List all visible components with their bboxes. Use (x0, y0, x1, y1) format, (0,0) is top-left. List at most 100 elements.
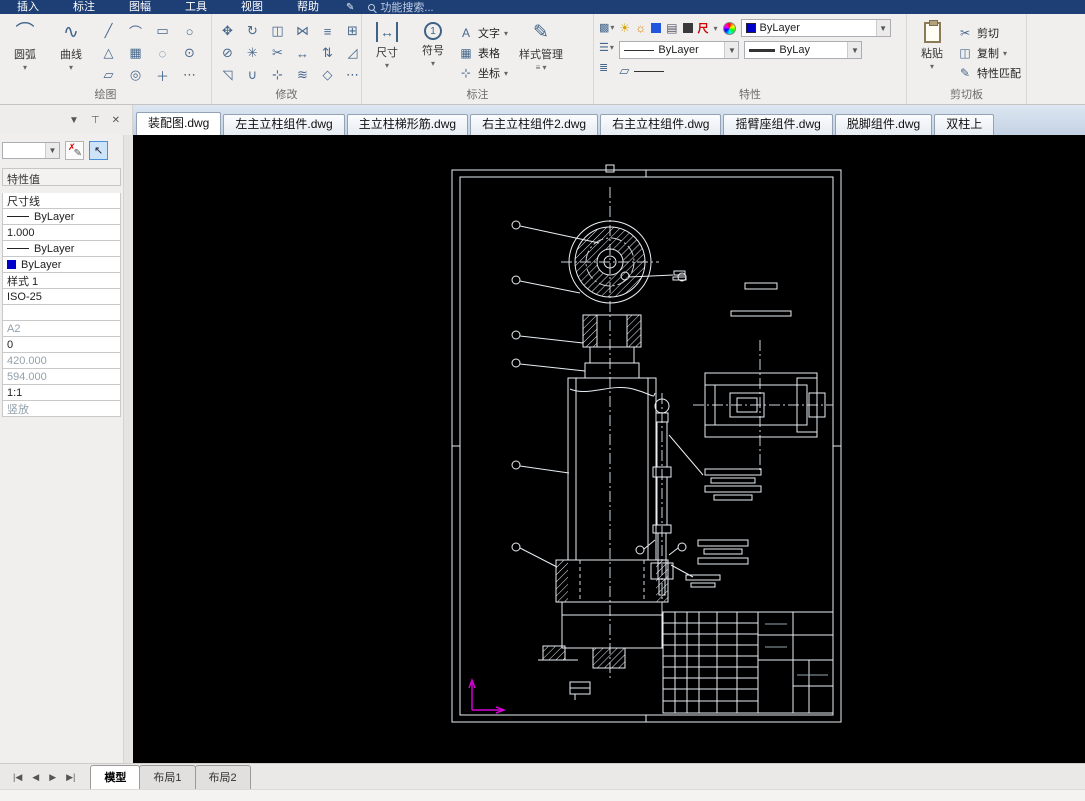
brightness-icon[interactable]: ☼ (635, 21, 646, 35)
polygon-icon[interactable]: △ (96, 43, 121, 64)
annotate-group-label[interactable]: 标注 (362, 89, 593, 104)
match-properties-button[interactable]: ✎ 特性匹配 (957, 65, 1021, 81)
break-icon[interactable]: ⊹ (266, 65, 289, 86)
screen-swatch-icon[interactable] (682, 23, 693, 33)
property-row-width[interactable]: 420.000 (2, 353, 121, 369)
construction-line-icon[interactable]: ＋ (150, 65, 175, 86)
offset-icon[interactable]: ≡ (316, 21, 339, 42)
region-icon[interactable]: ▱ (96, 65, 121, 86)
doc-tab-foot[interactable]: 脱脚组件.dwg (834, 114, 933, 135)
next-layout-button[interactable]: ▶ (44, 772, 61, 789)
paste-button[interactable]: 粘贴 ▾ (911, 17, 953, 89)
palette-close-icon[interactable]: ✕ (112, 115, 120, 126)
drawing-canvas[interactable] (133, 135, 1085, 763)
chamfer-icon[interactable]: ◇ (316, 65, 339, 86)
menu-sheet[interactable]: 图幅 (112, 0, 168, 14)
move-icon[interactable]: ✥ (216, 21, 239, 42)
light-bulb-icon[interactable]: ☀ (619, 21, 630, 35)
first-layout-button[interactable]: |◀ (8, 772, 27, 789)
property-row-color[interactable]: ByLayer (2, 209, 121, 225)
property-row-orientation[interactable]: 竖放 (2, 401, 121, 417)
copy-icon[interactable]: ◫ (266, 21, 289, 42)
prev-layout-button[interactable]: ◀ (27, 772, 44, 789)
plot-style-swatch-icon[interactable] (651, 23, 662, 33)
circle-icon[interactable]: ○ (177, 21, 202, 42)
mirror-icon[interactable]: ⋈ (291, 21, 314, 42)
doc-tab-left-column[interactable]: 左主立柱组件.dwg (223, 114, 345, 135)
property-row-dimstyle[interactable]: ISO-25 (2, 289, 121, 305)
fillet-icon[interactable]: ◹ (216, 65, 239, 86)
coordinate-button[interactable]: ⊹ 坐标 ▾ (458, 65, 508, 81)
doc-tab-assembly[interactable]: 装配图.dwg (136, 112, 222, 135)
symbol-button[interactable]: 1 符号 ▾ (412, 17, 454, 89)
menu-tools[interactable]: 工具 (168, 0, 224, 14)
menu-insert[interactable]: 插入 (0, 0, 56, 14)
layout-tab-layout2[interactable]: 布局2 (194, 765, 251, 789)
selection-combo[interactable]: ▼ (2, 141, 60, 159)
more-modify-icon[interactable]: ⋯ (341, 65, 364, 86)
stretch-icon[interactable]: ⇅ (316, 43, 339, 64)
more-draw-icon[interactable]: ⋯ (177, 65, 202, 86)
property-row-zero[interactable]: 0 (2, 337, 121, 353)
dim-style-badge[interactable]: 尺 (698, 20, 709, 36)
modify-group-label[interactable]: 修改 (212, 89, 361, 104)
doc-tab-right-column[interactable]: 右主立柱组件.dwg (600, 114, 722, 135)
properties-group-label[interactable]: 特性 (594, 89, 906, 104)
property-row-layer-color[interactable]: ByLayer (2, 257, 121, 273)
palette-pin-icon[interactable]: ⊤ (91, 115, 100, 126)
clipboard-group-label[interactable]: 剪切板 (907, 89, 1026, 104)
property-row-sheet-size[interactable]: A2 (2, 321, 121, 337)
property-row-height[interactable]: 594.000 (2, 369, 121, 385)
spline-button[interactable]: ∿ 曲线 ▾ (50, 17, 92, 89)
last-layout-button[interactable]: ▶| (61, 772, 80, 789)
layer-flyout-button[interactable]: ▩ ▾ (598, 20, 615, 35)
copy-button[interactable]: ◫ 复制 ▾ (957, 45, 1021, 61)
doc-tab-right-column2[interactable]: 右主立柱组件2.dwg (470, 114, 599, 135)
hatch-icon[interactable]: ▦ (123, 43, 148, 64)
property-row-linetype[interactable]: ByLayer (2, 241, 121, 257)
property-row-style[interactable]: 样式 1 (2, 273, 121, 289)
property-row-dimline[interactable]: 尺寸线 (2, 193, 121, 209)
menu-annotate[interactable]: 标注 (56, 0, 112, 14)
doc-tab-trapezoid-rib[interactable]: 主立柱梯形筋.dwg (346, 114, 469, 135)
erase-icon[interactable]: ⊘ (216, 43, 239, 64)
property-row-scale[interactable]: 1.000 (2, 225, 121, 241)
align-icon[interactable]: ≋ (291, 65, 314, 86)
line-icon[interactable]: ╱ (96, 21, 121, 42)
function-search-input[interactable]: 功能搜索... (368, 0, 434, 14)
palette-collapse-icon[interactable]: ▼ (69, 115, 79, 126)
rectangle-icon[interactable]: ▭ (150, 21, 175, 42)
select-object-button[interactable]: ↖ (89, 140, 108, 160)
palette-splitter[interactable] (123, 135, 133, 763)
quick-select-button[interactable]: ✗ ✎ (65, 140, 84, 160)
list-flyout-button[interactable]: ≣ (598, 60, 615, 75)
layout-tab-layout1[interactable]: 布局1 (139, 765, 196, 789)
linetype-flyout-button[interactable]: ☰ ▾ (598, 40, 615, 55)
transparency-icon[interactable]: ▱ (619, 63, 629, 79)
doc-tab-double-column[interactable]: 双柱上 (934, 114, 995, 135)
rotate-icon[interactable]: ↻ (241, 21, 264, 42)
cut-button[interactable]: ✂ 剪切 (957, 25, 1021, 41)
linetype-select[interactable]: ByLayer ▼ (619, 41, 740, 59)
property-row-ratio[interactable]: 1:1 (2, 385, 121, 401)
table-button[interactable]: ▦ 表格 (458, 45, 508, 61)
point-icon[interactable]: ⊙ (177, 43, 202, 64)
text-button[interactable]: A 文字 ▾ (458, 25, 508, 41)
trim-icon[interactable]: ✂ (266, 43, 289, 64)
polyline-icon[interactable]: ⌒ (123, 21, 148, 42)
donut-icon[interactable]: ◎ (123, 65, 148, 86)
pencil-icon[interactable]: ✎ (346, 2, 354, 13)
array-icon[interactable]: ⊞ (341, 21, 364, 42)
dimension-button[interactable]: ↔ 尺寸 ▾ (366, 17, 408, 89)
join-icon[interactable]: ∪ (241, 65, 264, 86)
color-select[interactable]: ByLayer ▼ (740, 19, 891, 37)
draw-group-label[interactable]: 绘图 (0, 89, 211, 104)
style-manager-button[interactable]: ✎ 样式管理 ≡ ▾ (512, 17, 570, 89)
color-wheel-icon[interactable] (722, 21, 736, 35)
extend-icon[interactable]: ↔ (291, 43, 314, 64)
layout-tab-model[interactable]: 模型 (90, 765, 141, 789)
scale-icon[interactable]: ◿ (341, 43, 364, 64)
doc-tab-rocker-seat[interactable]: 摇臂座组件.dwg (723, 114, 833, 135)
arc-button[interactable]: ⌒ 圆弧 ▾ (4, 17, 46, 89)
printer-icon[interactable]: ▤ (666, 21, 677, 35)
